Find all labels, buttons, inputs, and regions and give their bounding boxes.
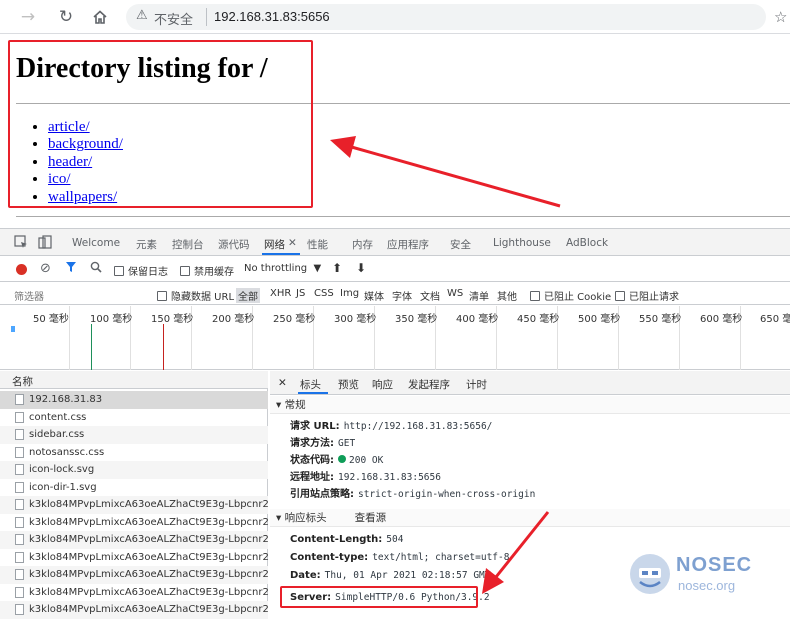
nosec-logo-icon (630, 554, 670, 594)
annotation-arrows (330, 136, 561, 594)
nosec-domain: nosec.org (678, 578, 736, 593)
nosec-brand: NOSEC (676, 554, 753, 576)
nosec-watermark: NOSEC nosec.org (628, 550, 768, 598)
